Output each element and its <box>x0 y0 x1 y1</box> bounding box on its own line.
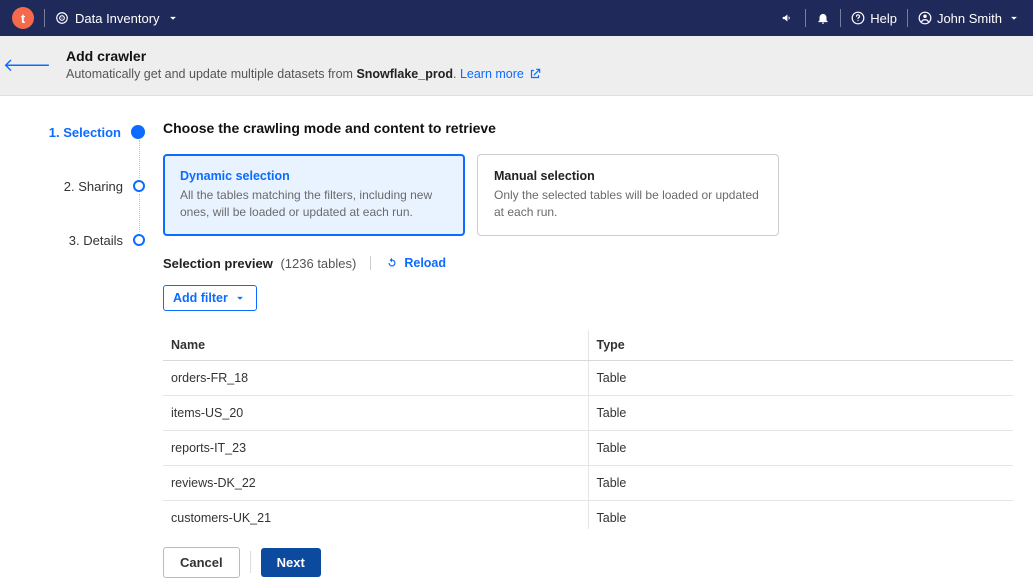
megaphone-icon <box>781 11 795 25</box>
table-row[interactable]: customers-UK_21Table <box>163 500 1013 529</box>
cell-type: Table <box>588 500 1013 529</box>
cell-name: customers-UK_21 <box>163 500 588 529</box>
preview-label: Selection preview (1236 tables) <box>163 256 356 271</box>
step-details[interactable]: 3. Details <box>0 228 145 252</box>
user-name: John Smith <box>937 11 1002 26</box>
step-dot-icon <box>133 234 145 246</box>
section-title: Choose the crawling mode and content to … <box>163 120 1015 136</box>
step-label: 2. Sharing <box>64 179 123 194</box>
page-subtitle: Automatically get and update multiple da… <box>66 67 542 81</box>
help-label: Help <box>870 11 897 26</box>
divider <box>907 9 908 27</box>
preview-count: (1236 tables) <box>280 256 356 271</box>
table-row[interactable]: reviews-DK_22Table <box>163 465 1013 500</box>
card-desc: All the tables matching the filters, inc… <box>180 187 448 221</box>
learn-more-link[interactable]: Learn more <box>460 67 542 81</box>
table-row[interactable]: items-US_20Table <box>163 395 1013 430</box>
step-sharing[interactable]: 2. Sharing <box>0 174 145 198</box>
cell-type: Table <box>588 395 1013 430</box>
step-selection[interactable]: 1. Selection <box>0 120 145 144</box>
table-row[interactable]: orders-FR_18Table <box>163 360 1013 395</box>
notifications-button[interactable] <box>816 11 830 25</box>
card-desc: Only the selected tables will be loaded … <box>494 187 762 221</box>
chevron-down-icon <box>166 11 180 25</box>
chevron-down-icon <box>1007 11 1021 25</box>
divider <box>370 256 371 270</box>
topbar: t Data Inventory Help John Smith <box>0 0 1033 36</box>
cell-name: reports-IT_23 <box>163 430 588 465</box>
connection-name: Snowflake_prod <box>356 67 453 81</box>
breadcrumb[interactable]: Data Inventory <box>55 11 180 26</box>
wizard-steps: 1. Selection 2. Sharing 3. Details <box>0 120 163 578</box>
add-filter-button[interactable]: Add filter <box>163 285 257 311</box>
card-manual-selection[interactable]: Manual selection Only the selected table… <box>477 154 779 236</box>
card-title: Dynamic selection <box>180 169 448 183</box>
reload-icon <box>385 256 399 270</box>
step-label: 1. Selection <box>49 125 121 140</box>
divider <box>44 9 45 27</box>
cell-name: reviews-DK_22 <box>163 465 588 500</box>
cell-type: Table <box>588 430 1013 465</box>
breadcrumb-label: Data Inventory <box>75 11 160 26</box>
step-label: 3. Details <box>69 233 123 248</box>
step-dot-icon <box>133 180 145 192</box>
external-link-icon <box>528 67 542 81</box>
target-icon <box>55 11 69 25</box>
divider <box>840 9 841 27</box>
next-button[interactable]: Next <box>261 548 321 577</box>
cell-type: Table <box>588 465 1013 500</box>
step-connector <box>139 140 140 178</box>
bell-icon <box>816 11 830 25</box>
page-header: 🡐 Add crawler Automatically get and upda… <box>0 36 1033 96</box>
table-row[interactable]: reports-IT_23Table <box>163 430 1013 465</box>
preview-table: Name Type orders-FR_18Tableitems-US_20Ta… <box>163 329 1015 529</box>
reload-button[interactable]: Reload <box>385 256 446 270</box>
divider <box>805 9 806 27</box>
user-icon <box>918 11 932 25</box>
page-title: Add crawler <box>66 48 542 64</box>
help-button[interactable]: Help <box>851 11 897 26</box>
divider <box>250 551 251 573</box>
back-button[interactable]: 🡐 <box>3 55 51 76</box>
cell-name: orders-FR_18 <box>163 360 588 395</box>
user-menu[interactable]: John Smith <box>918 11 1021 26</box>
chevron-down-icon <box>233 291 247 305</box>
step-dot-icon <box>131 125 145 139</box>
app-logo[interactable]: t <box>12 7 34 29</box>
step-connector <box>139 194 140 232</box>
card-title: Manual selection <box>494 169 762 183</box>
help-icon <box>851 11 865 25</box>
cell-name: items-US_20 <box>163 395 588 430</box>
cell-type: Table <box>588 360 1013 395</box>
column-header-type[interactable]: Type <box>588 330 1013 361</box>
announcements-button[interactable] <box>781 11 795 25</box>
column-header-name[interactable]: Name <box>163 330 588 361</box>
card-dynamic-selection[interactable]: Dynamic selection All the tables matchin… <box>163 154 465 236</box>
